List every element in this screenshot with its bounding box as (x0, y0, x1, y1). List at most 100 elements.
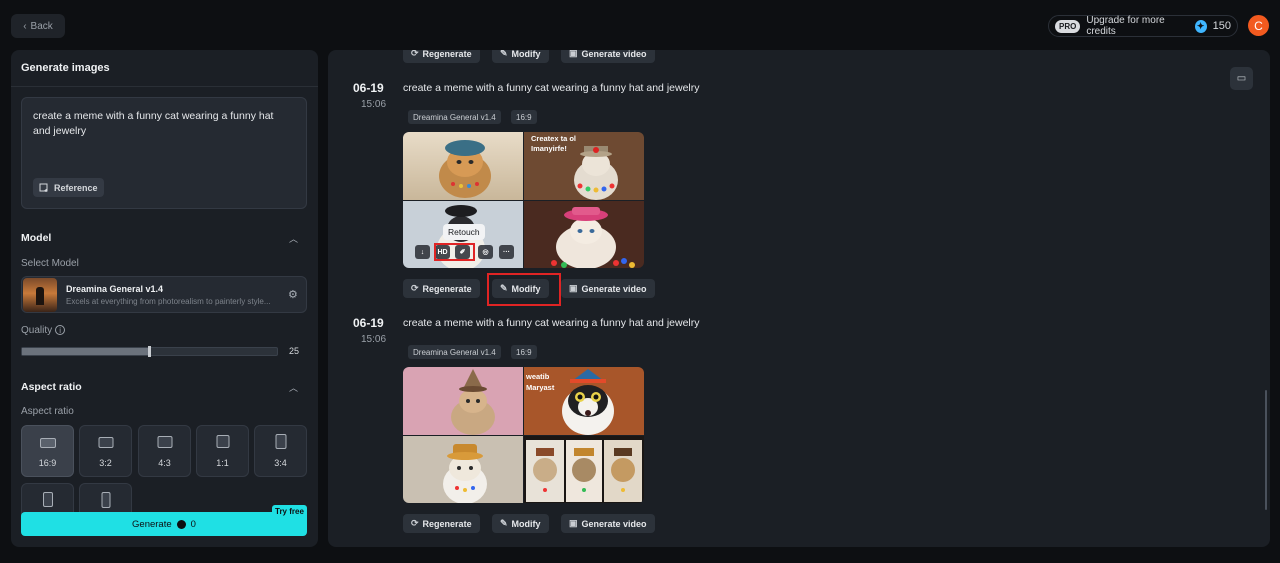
generated-image[interactable] (403, 132, 523, 200)
divider (11, 86, 318, 87)
avatar[interactable]: C (1248, 15, 1269, 36)
regenerate-label: Regenerate (422, 50, 472, 59)
image-add-icon (39, 183, 48, 192)
ratio-label: 3:4 (274, 458, 287, 468)
regenerate-button[interactable]: ⟳ Regenerate (403, 50, 480, 63)
prompt-textarea[interactable]: create a meme with a funny cat wearing a… (21, 97, 307, 209)
reference-label: Reference (54, 182, 98, 193)
ratio-shape-icon (42, 492, 53, 507)
ratio-shape-icon (39, 438, 56, 448)
ratio-label: 16:9 (38, 458, 57, 468)
highlight-box (434, 243, 475, 261)
ratio-shape-icon (275, 434, 286, 449)
credit-coin-icon: ✦ (1194, 19, 1207, 33)
chevron-up-icon[interactable]: ︿ (289, 381, 298, 394)
ratio-16-9-button[interactable]: 16:9 (21, 425, 74, 477)
pencil-icon: ✎ (500, 50, 508, 58)
model-description: Excels at everything from photorealism t… (66, 297, 271, 306)
scrollbar[interactable] (1265, 390, 1267, 510)
modify-button[interactable]: ✎ Modify (492, 514, 549, 533)
refresh-icon: ⟳ (411, 283, 419, 293)
generate-video-button[interactable]: ▣ Generate video (561, 514, 655, 533)
upgrade-credits-pill[interactable]: PRO Upgrade for more credits ✦ 150 (1048, 15, 1238, 37)
results-panel: ▭ ⟳ Regenerate ✎ Modify ▣ Generate video 06… (328, 50, 1270, 547)
ratio-shape-icon (101, 492, 110, 508)
generation-time: 15:06 (361, 334, 387, 345)
generated-image[interactable]: Createx ta ol Imanyirfe! (524, 132, 644, 200)
pencil-icon: ✎ (500, 518, 508, 528)
refresh-icon: ⟳ (411, 518, 419, 528)
quality-value: 25 (289, 346, 300, 356)
model-thumbnail (23, 278, 57, 312)
generate-video-label: Generate video (581, 50, 647, 59)
ratio-tag: 16:9 (511, 110, 537, 124)
ratio-1-1-button[interactable]: 1:1 (196, 425, 249, 477)
image-caption: weatib Maryast (526, 372, 555, 392)
quality-slider[interactable] (21, 346, 278, 357)
generated-image[interactable] (403, 436, 523, 503)
ratio-4-3-button[interactable]: 4:3 (138, 425, 191, 477)
model-tag: Dreamina General v1.4 (408, 345, 501, 359)
image-grid: Createx ta ol Imanyirfe! ↓ HD ✐ ◎ ··· Re… (403, 132, 644, 268)
regenerate-label: Regenerate (422, 283, 472, 294)
ratio-label: 3:2 (99, 458, 112, 468)
model-selector[interactable]: Dreamina General v1.4 Excels at everythi… (21, 276, 307, 313)
ratio-label: 4:3 (158, 458, 171, 468)
generate-button[interactable]: Generate 0 (21, 512, 307, 536)
generated-image[interactable]: weatib Maryast (524, 367, 644, 435)
video-icon: ▣ (569, 50, 578, 58)
generate-video-button[interactable]: ▣ Generate video (561, 279, 655, 298)
generate-panel: Generate images create a meme with a fun… (11, 50, 318, 547)
credit-coin-icon (176, 519, 186, 529)
generated-image[interactable] (524, 436, 644, 503)
select-model-label: Select Model (21, 258, 79, 269)
modify-button[interactable]: ✎ Modify (492, 50, 549, 63)
modify-label: Modify (511, 518, 541, 529)
refresh-icon: ⟳ (411, 50, 419, 58)
slider-thumb[interactable] (147, 346, 151, 357)
generation-date: 06-19 (353, 81, 384, 95)
credit-count: 150 (1212, 20, 1231, 32)
ratio-shape-icon (157, 436, 172, 448)
quality-text: Quality (21, 325, 53, 336)
generation-time: 15:06 (361, 99, 387, 110)
generation-prompt: create a meme with a funny cat wearing a… (403, 82, 700, 94)
slider-fill (22, 348, 150, 355)
modify-label: Modify (511, 50, 541, 59)
download-icon[interactable]: ↓ (415, 245, 430, 259)
regenerate-button[interactable]: ⟳ Regenerate (403, 279, 480, 298)
image-grid: weatib Maryast (403, 367, 644, 503)
generated-image[interactable] (403, 367, 523, 435)
regenerate-button[interactable]: ⟳ Regenerate (403, 514, 480, 533)
aspect-section-heading: Aspect ratio (21, 381, 82, 393)
image-caption: Createx ta ol Imanyirfe! (531, 134, 577, 153)
quality-label: Quality i (21, 325, 66, 336)
expand-icon[interactable]: ◎ (478, 245, 493, 259)
sliders-icon[interactable]: ⚙ (288, 288, 298, 301)
generate-video-label: Generate video (581, 283, 647, 294)
info-icon[interactable]: i (55, 325, 66, 336)
more-options-icon[interactable]: ··· (499, 245, 514, 259)
pro-badge: PRO (1055, 19, 1081, 33)
folder-icon[interactable]: ▭ (1230, 67, 1253, 90)
generate-video-button[interactable]: ▣ Generate video (561, 50, 655, 63)
upgrade-text: Upgrade for more credits (1086, 15, 1165, 37)
retouch-tooltip: Retouch (443, 224, 485, 240)
generation-date: 06-19 (353, 316, 384, 330)
generated-image[interactable]: ↓ HD ✐ ◎ ··· Retouch (403, 201, 523, 268)
model-tag: Dreamina General v1.4 (408, 110, 501, 124)
ratio-3-4-button[interactable]: 3:4 (254, 425, 307, 477)
reference-button[interactable]: Reference (33, 178, 104, 197)
chevron-up-icon[interactable]: ︿ (289, 232, 298, 245)
back-button[interactable]: ‹ Back (11, 14, 65, 38)
back-label: Back (30, 20, 53, 32)
generation-prompt: create a meme with a funny cat wearing a… (403, 317, 700, 329)
prompt-text: create a meme with a funny cat wearing a… (33, 110, 274, 137)
ratio-tag: 16:9 (511, 345, 537, 359)
ratio-3-2-button[interactable]: 3:2 (79, 425, 132, 477)
generated-image[interactable] (524, 201, 644, 268)
model-name: Dreamina General v1.4 (66, 284, 164, 294)
ratio-label: 1:1 (216, 458, 229, 468)
try-free-badge: Try free (272, 505, 307, 518)
aspect-ratio-label: Aspect ratio (21, 406, 74, 417)
